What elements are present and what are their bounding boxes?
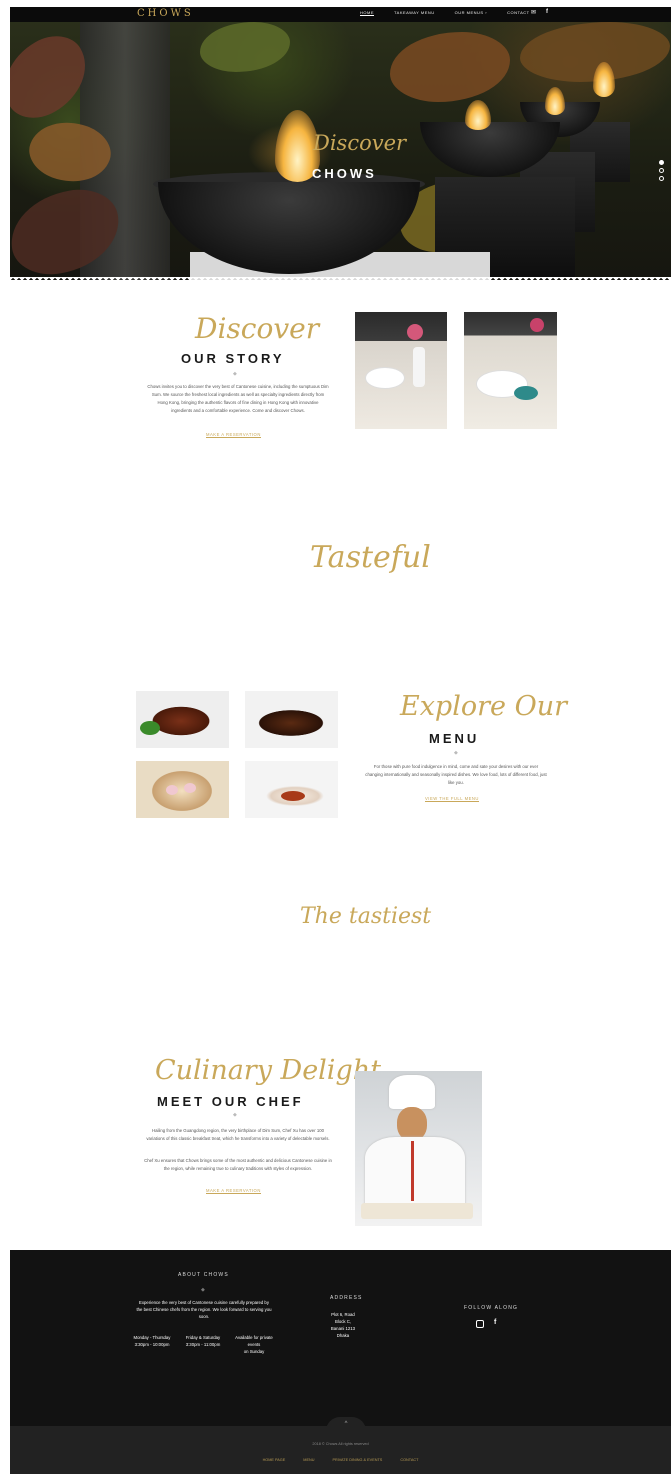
flower — [407, 324, 423, 340]
page: CHOWS HOME TAKEAWAY MENU OUR MENUS › CON… — [10, 7, 671, 1474]
chef-jacket-trim — [411, 1141, 414, 1201]
menu-divider: ◆ — [454, 750, 458, 756]
plate — [365, 367, 405, 389]
tasteful-script: Tasteful — [310, 540, 431, 575]
chef-text-2: Chef Xu ensures that Chows brings some o… — [144, 1158, 332, 1171]
flower — [530, 318, 544, 332]
menu-heading: MENU — [429, 731, 480, 746]
nav-takeaway-menu[interactable]: TAKEAWAY MENU — [394, 10, 435, 16]
chef-divider: ◆ — [233, 1112, 237, 1118]
hours-3: Available for private events on Sunday — [233, 1334, 275, 1355]
nav-our-menus[interactable]: OUR MENUS › — [455, 10, 487, 16]
footer-bottom-bar — [10, 1426, 671, 1474]
hero-slider: Discover CHOWS — [10, 22, 671, 280]
hours-time: 3:30pm - 11:00pm — [185, 1342, 221, 1347]
dumpling — [184, 783, 196, 793]
address-line: Banani 1213 — [330, 1326, 356, 1331]
address-line: Dhaka — [336, 1333, 350, 1338]
about-divider: ◆ — [201, 1287, 205, 1293]
top-navigation-bar: CHOWS HOME TAKEAWAY MENU OUR MENUS › CON… — [10, 7, 671, 22]
menu-photo-rolls — [245, 761, 338, 818]
story-script: Discover — [195, 312, 320, 345]
menu-text: For those with pure food indulgence in m… — [365, 764, 547, 785]
logo[interactable]: CHOWS — [137, 8, 194, 19]
hours-days: Monday - Thursday — [133, 1335, 171, 1340]
nav-our-menus-label: OUR MENUS — [454, 10, 484, 15]
chevron-down-icon: › — [485, 10, 488, 15]
back-to-top-button[interactable]: ^ — [326, 1417, 366, 1431]
slider-dot[interactable] — [659, 176, 664, 181]
footer-link-contact[interactable]: CONTACT — [400, 1458, 418, 1462]
hero-title: CHOWS — [312, 166, 377, 181]
dumpling — [166, 785, 178, 795]
follow-heading: FOLLOW ALONG — [464, 1305, 519, 1311]
slider-dots — [659, 160, 664, 181]
nav-contact[interactable]: CONTACT — [507, 10, 530, 16]
main-nav: HOME TAKEAWAY MENU OUR MENUS › CONTACT — [360, 10, 530, 16]
story-reservation-link[interactable]: MAKE A RESERVATION — [206, 432, 261, 438]
nav-home[interactable]: HOME — [360, 10, 374, 16]
chef-heading: MEET OUR CHEF — [157, 1094, 304, 1109]
hero-script-title: Discover — [313, 131, 407, 155]
story-text: Chows invites you to discover the very b… — [147, 384, 329, 413]
footer-link-private-dining[interactable]: PRIVATE DINING & EVENTS — [332, 1458, 382, 1462]
story-heading: OUR STORY — [181, 351, 285, 366]
facebook-icon[interactable]: f — [494, 1319, 496, 1328]
flame — [465, 100, 491, 130]
menu-photo-duck — [136, 691, 229, 748]
hours-1: Monday - Thursday 3:30pm - 10:00pm — [132, 1334, 172, 1348]
divider-script: The tastiest — [300, 904, 432, 929]
header-social: ✉ f — [531, 9, 548, 16]
flame — [545, 87, 565, 115]
foliage — [390, 32, 510, 102]
footer: ABOUT CHOWS ◆ Experience the very best o… — [10, 1250, 671, 1474]
chef-text-1: Hailing from the Guangdong region, the v… — [146, 1128, 330, 1141]
chef-photo — [355, 1071, 482, 1226]
slider-dot[interactable] — [659, 168, 664, 173]
address-line: Block C, — [335, 1319, 351, 1324]
facebook-icon[interactable]: f — [546, 9, 548, 16]
story-divider: ◆ — [233, 371, 237, 377]
envelope-icon[interactable]: ✉ — [531, 9, 536, 16]
footer-links: HOME PAGE MENU PRIVATE DINING & EVENTS C… — [10, 1458, 671, 1462]
instagram-icon[interactable] — [476, 1320, 484, 1328]
hours-2: Friday & Saturday 3:30pm - 11:00pm — [183, 1334, 223, 1348]
footer-link-menu[interactable]: MENU — [303, 1458, 314, 1462]
chef-face — [397, 1107, 427, 1141]
footer-link-home[interactable]: HOME PAGE — [263, 1458, 286, 1462]
hours-time: 3:30pm - 10:00pm — [134, 1342, 170, 1347]
menu-view-link[interactable]: VIEW THE FULL MENU — [425, 796, 479, 802]
sauce — [281, 791, 305, 801]
hours-time: on Sunday — [243, 1349, 265, 1354]
menu-script: Explore Our — [400, 691, 568, 722]
hours-days: Friday & Saturday — [185, 1335, 221, 1340]
dishes — [361, 1203, 473, 1219]
menu-photo-stirfry — [245, 691, 338, 748]
foliage — [200, 22, 290, 72]
bowl — [514, 386, 538, 400]
copyright: 2018 © Chows All rights reserved — [312, 1442, 369, 1446]
about-text: Experience the very best of Cantonese cu… — [136, 1300, 272, 1319]
address-heading: ADDRESS — [330, 1295, 363, 1301]
chef-hat — [389, 1075, 435, 1109]
address-text: Plot 6, Road Block C, Banani 1213 Dhaka — [323, 1311, 363, 1339]
greens — [140, 721, 160, 735]
hours-days: Available for private events — [235, 1335, 273, 1347]
story-photo-1 — [355, 312, 447, 429]
chef-jacket — [365, 1137, 465, 1207]
hero-edge-divider — [10, 277, 671, 283]
menu-photo-dimsum — [136, 761, 229, 818]
chef-reservation-link[interactable]: MAKE A RESERVATION — [206, 1188, 261, 1194]
about-heading: ABOUT CHOWS — [178, 1272, 229, 1278]
vase — [413, 347, 425, 387]
address-line: Plot 6, Road — [331, 1312, 355, 1317]
story-photo-2 — [464, 312, 557, 429]
chef-script: Culinary Delight — [155, 1055, 381, 1086]
slider-dot[interactable] — [659, 160, 664, 165]
footer-social: f — [476, 1319, 496, 1328]
